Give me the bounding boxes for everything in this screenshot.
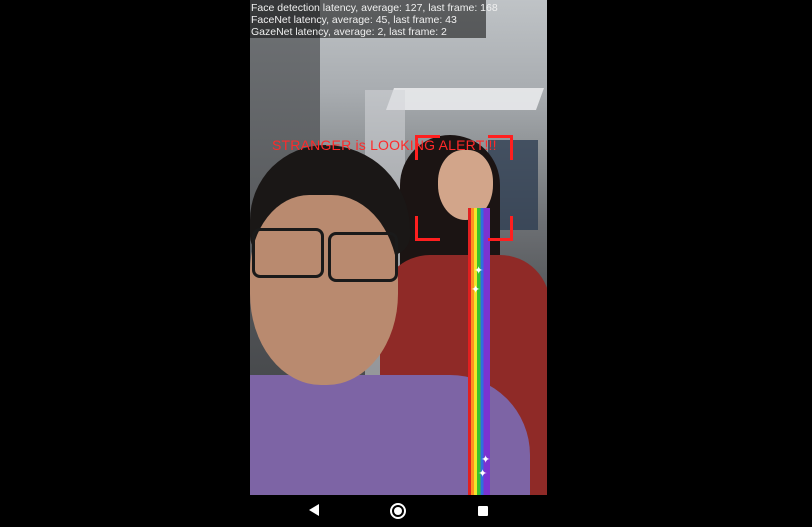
user-face: [250, 195, 398, 385]
face-box-corner: [415, 216, 440, 241]
recents-square-icon[interactable]: [478, 506, 488, 516]
gaze-rainbow-beam: [468, 208, 490, 495]
home-circle-icon[interactable]: [390, 503, 406, 519]
sparkle-icon: ✦: [474, 264, 484, 277]
stranger-alert-text: STRANGER is LOOKING ALERT!!!: [272, 137, 497, 153]
facenet-latency: FaceNet latency, average: 45, last frame…: [251, 14, 457, 26]
back-triangle-icon[interactable]: [309, 504, 319, 516]
ceiling-light: [385, 88, 545, 110]
sparkle-icon: ✦: [481, 453, 491, 466]
gazenet-latency: GazeNet latency, average: 2, last frame:…: [251, 26, 447, 38]
android-nav-bar: [250, 495, 547, 527]
camera-preview: ✦ ✦ ✦ ✦ STRANGER is LOOKING ALERT!!! Fac…: [250, 0, 547, 495]
latency-overlay: Face detection latency, average: 127, la…: [250, 0, 498, 38]
face-detection-latency: Face detection latency, average: 127, la…: [251, 2, 498, 14]
sparkle-icon: ✦: [478, 467, 488, 480]
face-box-corner: [488, 216, 513, 241]
glasses-left-lens: [252, 228, 324, 278]
glasses-right-lens: [328, 232, 398, 282]
sparkle-icon: ✦: [471, 283, 481, 296]
